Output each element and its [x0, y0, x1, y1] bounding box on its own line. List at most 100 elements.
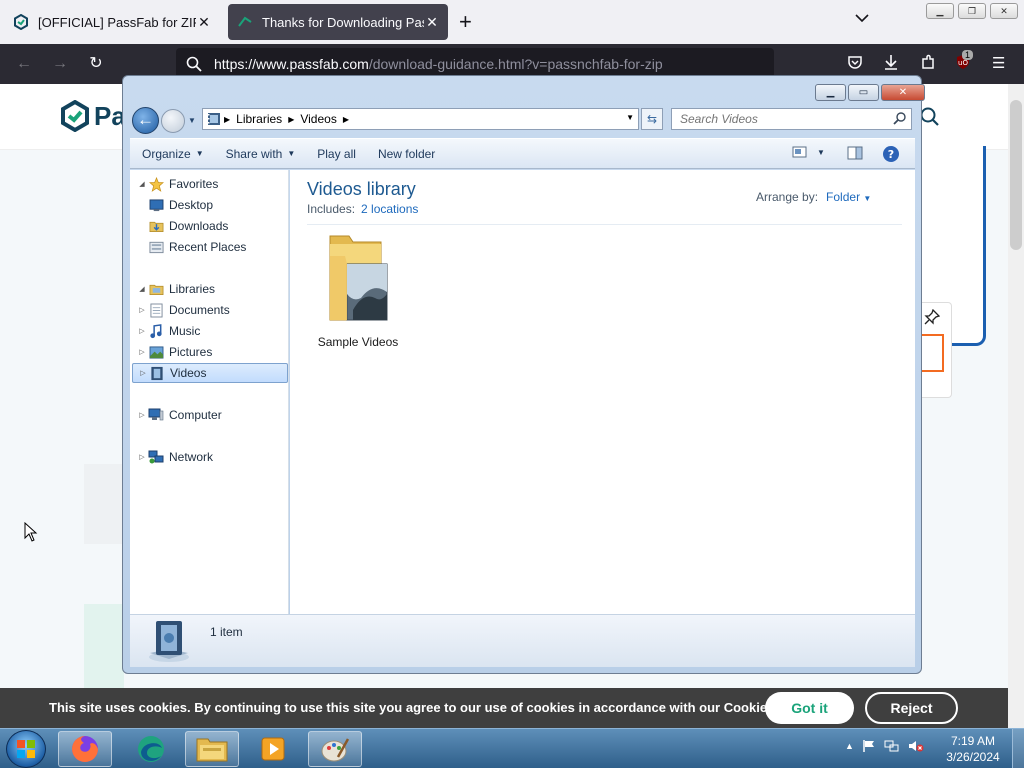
tab-passfab-zip[interactable]: [OFFICIAL] PassFab for ZIP - ZIP ✕: [4, 4, 220, 40]
breadcrumb-libraries[interactable]: Libraries: [236, 112, 282, 126]
documents-icon: [148, 302, 164, 318]
taskbar-edge[interactable]: [124, 731, 178, 767]
computer-icon: [148, 407, 164, 423]
pin-icon[interactable]: [924, 309, 940, 325]
collapsed-arrow-icon[interactable]: ▷: [136, 411, 148, 419]
minimize-button[interactable]: ▁: [815, 84, 846, 101]
nav-network[interactable]: ▷ Network: [136, 447, 213, 467]
scrollbar-thumb[interactable]: [1010, 100, 1022, 250]
pocket-icon[interactable]: [847, 54, 863, 74]
taskbar-paint[interactable]: [308, 731, 362, 767]
back-arrow-icon[interactable]: ←: [14, 54, 34, 74]
taskbar-media-player[interactable]: [246, 731, 300, 767]
nav-downloads[interactable]: Downloads: [148, 216, 228, 236]
tab-title: [OFFICIAL] PassFab for ZIP - ZIP: [38, 14, 196, 30]
address-dropdown-icon[interactable]: ▼: [626, 113, 634, 122]
nav-computer[interactable]: ▷ Computer: [136, 405, 221, 425]
organize-button[interactable]: Organize ▼: [130, 139, 213, 168]
downloads-icon[interactable]: [883, 54, 899, 74]
videos-library-large-icon: [149, 621, 189, 662]
recent-places-icon: [148, 239, 164, 255]
nav-desktop[interactable]: Desktop: [148, 195, 213, 215]
nav-libraries[interactable]: ◢ Libraries: [136, 279, 215, 299]
restore-button[interactable]: ❐: [958, 3, 986, 19]
search-input[interactable]: [680, 112, 880, 126]
command-bar: Organize ▼ Share with ▼ Play all New folde…: [130, 138, 915, 169]
taskbar-clock[interactable]: 7:19 AM 3/26/2024: [940, 733, 1006, 765]
breadcrumb-separator-icon[interactable]: ▶: [224, 115, 230, 124]
new-folder-button[interactable]: New folder: [369, 139, 444, 168]
collapsed-arrow-icon[interactable]: ▷: [137, 369, 149, 377]
hamburger-menu-icon[interactable]: ☰: [992, 54, 1005, 72]
close-button[interactable]: ✕: [990, 3, 1018, 19]
browser-window-controls: ▁ ❐ ✕: [926, 3, 1018, 19]
close-tab-icon[interactable]: ✕: [196, 14, 212, 31]
help-icon[interactable]: ?: [882, 145, 900, 166]
arrange-by-dropdown[interactable]: Folder ▼: [826, 190, 871, 204]
share-with-button[interactable]: Share with ▼: [217, 139, 305, 168]
nav-documents[interactable]: ▷ Documents: [139, 300, 229, 320]
breadcrumb-separator-icon[interactable]: ▶: [343, 115, 349, 124]
start-button[interactable]: [6, 730, 46, 768]
collapsed-arrow-icon[interactable]: ▷: [136, 306, 148, 314]
nav-music[interactable]: ▷ Music: [139, 321, 200, 341]
show-desktop-button[interactable]: [1012, 729, 1024, 768]
show-hidden-icons-icon[interactable]: ▲: [845, 741, 854, 751]
forward-button[interactable]: [161, 109, 185, 133]
refresh-button[interactable]: ⇆: [641, 108, 663, 130]
search-videos-box[interactable]: [671, 108, 912, 130]
folder-label: Sample Videos: [317, 335, 399, 349]
action-center-flag-icon[interactable]: [862, 739, 876, 753]
breadcrumb-videos[interactable]: Videos: [300, 112, 336, 126]
taskbar: ▲ 7:19 AM 3/26/2024: [0, 728, 1024, 768]
accept-cookies-button[interactable]: Got it: [765, 692, 854, 724]
reload-icon[interactable]: ↻: [86, 54, 106, 74]
nav-videos[interactable]: ▷ Videos: [132, 363, 288, 383]
tab-thanks-downloading[interactable]: Thanks for Downloading PassFab ✕: [228, 4, 448, 40]
close-tab-icon[interactable]: ✕: [424, 14, 440, 31]
library-title: Videos library: [307, 179, 416, 199]
explorer-window-controls: ▁ ▭ ✕: [815, 84, 925, 101]
locations-link[interactable]: 2 locations: [361, 202, 418, 216]
nav-recent-places[interactable]: Recent Places: [148, 237, 246, 257]
passfab-logo[interactable]: Pa: [60, 100, 126, 132]
expanded-arrow-icon[interactable]: ◢: [136, 180, 148, 188]
svg-text:uO: uO: [958, 59, 968, 67]
breadcrumb-separator-icon[interactable]: ▶: [288, 115, 294, 124]
star-icon: [148, 176, 164, 192]
passfab-favicon-icon: [12, 13, 30, 31]
collapsed-arrow-icon[interactable]: ▷: [136, 453, 148, 461]
volume-muted-icon[interactable]: [908, 739, 924, 753]
list-all-tabs-button[interactable]: [855, 12, 869, 26]
close-button[interactable]: ✕: [881, 84, 925, 101]
folder-item[interactable]: Sample Videos: [310, 232, 406, 349]
site-search-icon[interactable]: [920, 107, 940, 130]
view-options-dropdown-icon[interactable]: ▼: [817, 148, 825, 157]
minimize-button[interactable]: ▁: [926, 3, 954, 19]
expanded-arrow-icon[interactable]: ◢: [136, 285, 148, 293]
nav-pictures[interactable]: ▷ Pictures: [139, 342, 212, 362]
collapsed-arrow-icon[interactable]: ▷: [136, 327, 148, 335]
play-all-button[interactable]: Play all: [308, 139, 365, 168]
nav-favorites[interactable]: ◢ Favorites: [136, 174, 218, 194]
reject-cookies-button[interactable]: Reject: [865, 692, 958, 724]
back-button[interactable]: ←: [132, 107, 159, 134]
system-tray: ▲: [845, 739, 924, 753]
network-status-icon[interactable]: [884, 739, 900, 753]
taskbar-explorer[interactable]: [185, 731, 239, 767]
recent-pages-dropdown-icon[interactable]: ▼: [188, 116, 196, 125]
extensions-icon[interactable]: [920, 54, 936, 74]
music-note-icon: [148, 323, 164, 339]
collapsed-arrow-icon[interactable]: ▷: [136, 348, 148, 356]
change-view-icon[interactable]: [792, 145, 808, 162]
desktop-icon: [148, 197, 164, 213]
forward-arrow-icon[interactable]: →: [50, 54, 70, 74]
explorer-window: ▁ ▭ ✕ ← ▼ ▶ Libraries ▶ Videos ▶ ▼ ⇆ Org…: [122, 75, 925, 674]
maximize-button[interactable]: ▭: [848, 84, 879, 101]
preview-pane-icon[interactable]: [847, 145, 863, 164]
new-tab-button[interactable]: +: [459, 10, 472, 34]
taskbar-firefox[interactable]: [58, 731, 112, 767]
address-bar[interactable]: ▶ Libraries ▶ Videos ▶ ▼: [202, 108, 639, 130]
search-icon[interactable]: [893, 111, 907, 128]
chevron-down-icon: ▼: [287, 149, 296, 158]
